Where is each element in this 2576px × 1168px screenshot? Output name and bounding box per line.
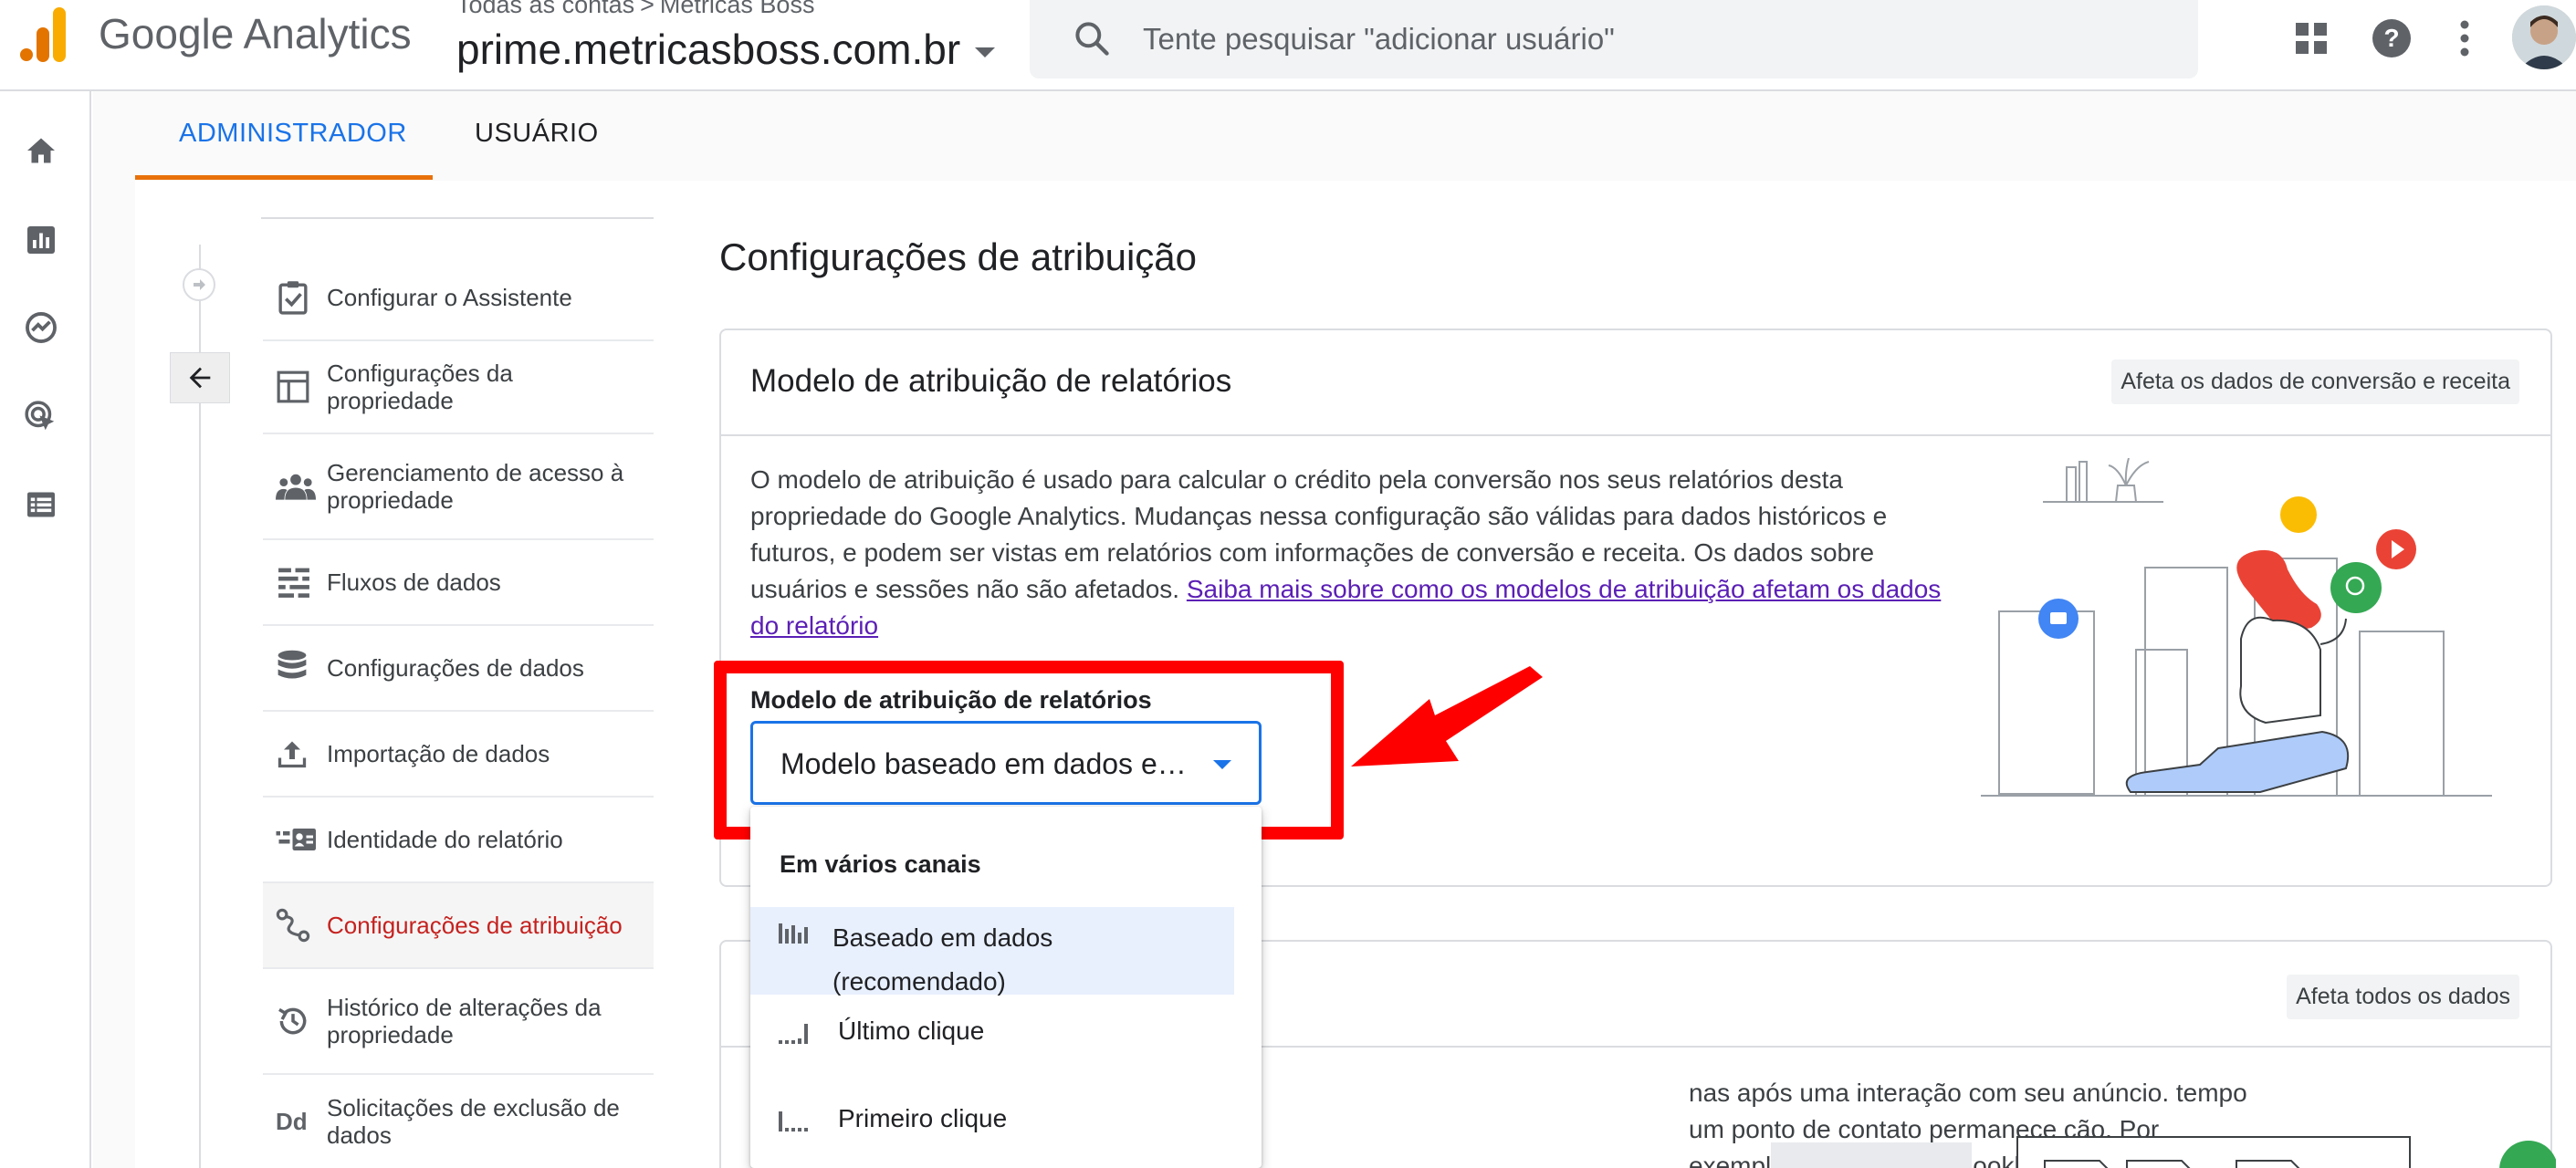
- option-last-click[interactable]: Último clique: [750, 1002, 1234, 1066]
- sidebar-item-property-settings[interactable]: Configurações da propriedade: [263, 341, 654, 434]
- attribution-model-select[interactable]: Modelo baseado em dados em vários canais: [750, 721, 1262, 805]
- sidebar-item-label: Configurar o Assistente: [327, 284, 572, 311]
- option-label: Último clique: [838, 1017, 985, 1045]
- sidebar-item-access-management[interactable]: Gerenciamento de acesso à propriedade: [263, 434, 654, 540]
- property-layout-icon: [263, 370, 327, 404]
- arrow-circle-icon: [183, 268, 215, 301]
- property-selector[interactable]: prime.metricasboss.com.br: [456, 20, 996, 78]
- checklist-icon: [263, 279, 327, 316]
- account-breadcrumb[interactable]: Todas as contas > Métricas Boss: [456, 0, 814, 19]
- sidebar-item-setup-assistant[interactable]: Configurar o Assistente: [263, 256, 654, 341]
- breadcrumb-account[interactable]: Métricas Boss: [660, 0, 815, 18]
- svg-text:?: ?: [2383, 24, 2399, 52]
- back-arrow-button[interactable]: [170, 352, 230, 403]
- lookback-window-illustration: [1771, 1136, 2556, 1168]
- upload-icon: [263, 736, 327, 771]
- reporting-identity-icon: [263, 826, 327, 853]
- sidebar-item-data-streams[interactable]: Fluxos de dados: [263, 540, 654, 626]
- sidebar-item-reporting-identity[interactable]: Identidade do relatório: [263, 798, 654, 883]
- data-deletion-icon: Dd: [263, 1108, 327, 1135]
- card-divider: [721, 434, 2550, 436]
- impact-badge: Afeta os dados de conversão e receita: [2111, 360, 2519, 404]
- search-bar[interactable]: [1030, 0, 2198, 78]
- sidebar-item-label: Importação de dados: [327, 740, 550, 767]
- property-name[interactable]: prime.metricasboss.com.br: [456, 25, 960, 74]
- option-data-driven[interactable]: Baseado em dados (recomendado): [750, 907, 1234, 996]
- dropdown-group-label: Em vários canais: [780, 850, 981, 878]
- sidebar-item-label: Gerenciamento de acesso à propriedade: [327, 459, 624, 514]
- sidebar-item-label: Histórico de alterações da propriedade: [327, 994, 602, 1048]
- sidebar-item-label: Configurações da propriedade: [327, 360, 513, 414]
- sidebar-item-change-history[interactable]: Histórico de alterações da propriedade: [263, 969, 654, 1075]
- svg-text:Dd: Dd: [276, 1108, 308, 1135]
- advertising-icon[interactable]: [20, 396, 62, 438]
- model-field-label: Modelo de atribuição de relatórios: [750, 686, 1152, 714]
- option-first-click[interactable]: Primeiro clique: [750, 1090, 1234, 1153]
- top-app-bar: Google Analytics Todas as contas > Métrica…: [0, 0, 2576, 91]
- explore-icon[interactable]: [20, 307, 62, 349]
- card-title: Modelo de atribuição de relatórios: [750, 363, 1232, 399]
- reports-icon[interactable]: [20, 219, 62, 261]
- home-icon[interactable]: [20, 130, 62, 172]
- search-input[interactable]: [1143, 16, 2147, 62]
- google-analytics-logo[interactable]: [18, 7, 68, 62]
- history-icon: [263, 1004, 327, 1038]
- sidebar-item-attribution-settings[interactable]: Configurações de atribuição: [263, 883, 654, 969]
- caret-down-icon: [975, 47, 996, 57]
- data-driven-bars-icon: [779, 923, 808, 944]
- data-streams-icon: [263, 567, 327, 598]
- option-label: Primeiro clique: [838, 1104, 1008, 1132]
- configure-icon[interactable]: [20, 484, 62, 526]
- impact-badge: Afeta todos os dados: [2287, 975, 2519, 1019]
- database-icon: [263, 650, 327, 686]
- tab-admin[interactable]: ADMINISTRADOR: [179, 119, 407, 149]
- breadcrumb-separator: >: [640, 0, 654, 18]
- avatar[interactable]: [2512, 5, 2576, 69]
- admin-tabs: ADMINISTRADOR USUÁRIO: [135, 91, 2576, 181]
- breadcrumb-all-accounts[interactable]: Todas as contas: [456, 0, 634, 18]
- people-icon: [263, 473, 327, 500]
- last-click-bars-icon: [779, 1024, 808, 1044]
- page-title: Configurações de atribuição: [719, 235, 1197, 278]
- selected-model-value: Modelo baseado em dados em vários canais: [780, 747, 1209, 780]
- sidebar-item-data-settings[interactable]: Configurações de dados: [263, 626, 654, 712]
- sidebar-item-label: Configurações de atribuição: [327, 912, 623, 939]
- tab-user[interactable]: USUÁRIO: [475, 119, 599, 149]
- sidebar-item-label: Fluxos de dados: [327, 568, 501, 596]
- help-icon[interactable]: ?: [2366, 13, 2417, 64]
- more-vert-icon[interactable]: [2439, 13, 2490, 64]
- nav-divider: [261, 217, 654, 219]
- active-tab-indicator: [135, 175, 433, 180]
- sidebar-item-data-deletion[interactable]: Dd Solicitações de exclusão de dados: [263, 1075, 654, 1168]
- sidebar-item-label: Solicitações de exclusão de dados: [327, 1094, 620, 1149]
- sidebar-item-label: Configurações de dados: [327, 654, 584, 682]
- option-label: Baseado em dados (recomendado): [832, 923, 1053, 996]
- sidebar-item-label: Identidade do relatório: [327, 826, 563, 853]
- attribution-model-dropdown: Em vários canais Baseado em dados (recom…: [750, 807, 1262, 1168]
- search-icon: [1075, 22, 1109, 56]
- attribution-icon: [263, 908, 327, 943]
- dropdown-caret-icon: [1213, 760, 1231, 769]
- card-description: O modelo de atribuição é usado para calc…: [750, 462, 1964, 644]
- reporting-attribution-card: Modelo de atribuição de relatórios Afeta…: [719, 328, 2552, 887]
- first-click-bars-icon: [779, 1111, 808, 1132]
- product-name: Google Analytics: [99, 10, 412, 57]
- attribution-illustration: [1981, 458, 2492, 797]
- sidebar-item-data-import[interactable]: Importação de dados: [263, 712, 654, 798]
- left-navigation-rail: [0, 91, 91, 1168]
- apps-grid-icon[interactable]: [2286, 13, 2337, 64]
- arrow-back-icon: [189, 367, 211, 389]
